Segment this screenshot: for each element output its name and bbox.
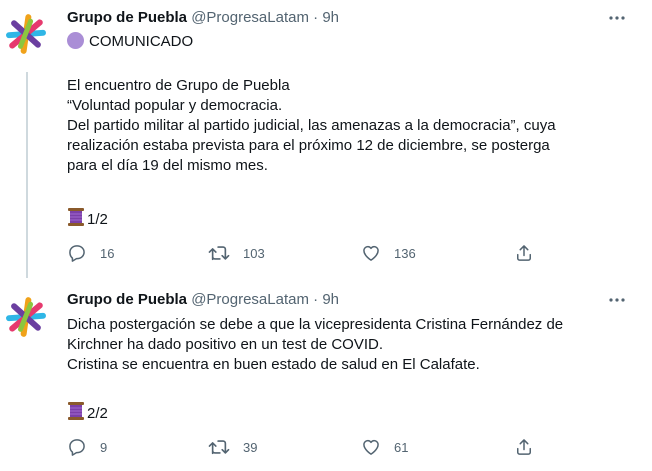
timestamp[interactable]: 9h: [322, 291, 339, 308]
reply-icon: [69, 245, 85, 262]
tweet-2[interactable]: Grupo de Puebla @ProgresaLatam · 9h Dich…: [0, 283, 652, 471]
grupo-de-puebla-logo-icon: [6, 14, 46, 54]
tweet-1[interactable]: Grupo de Puebla @ProgresaLatam · 9h COMU…: [0, 0, 652, 287]
retweet-icon: [208, 440, 230, 455]
spool-of-thread-icon: [67, 207, 85, 233]
more-options-button[interactable]: [606, 8, 628, 28]
retweet-button[interactable]: 103: [208, 242, 265, 264]
tweet-text-line: [67, 52, 632, 76]
more-icon: [609, 298, 625, 302]
share-icon: [517, 245, 531, 261]
tweet-text-line: realización estaba prevista para el próx…: [67, 137, 550, 154]
like-icon: [363, 245, 379, 261]
retweet-count: 103: [243, 245, 265, 261]
tweet-body: Dicha postergación se debe a que la vice…: [67, 315, 632, 375]
thread-counter: 1/2: [67, 207, 632, 233]
tweet-text-line: “Voluntad popular y democracia.: [67, 97, 283, 114]
share-icon: [517, 439, 531, 455]
separator-dot: ·: [313, 9, 319, 26]
author-handle[interactable]: @ProgresaLatam: [191, 9, 309, 26]
like-button[interactable]: 61: [361, 436, 408, 458]
grupo-de-puebla-logo-icon: [6, 297, 46, 337]
like-icon: [363, 439, 379, 455]
timestamp[interactable]: 9h: [322, 9, 339, 26]
reply-button[interactable]: 16: [67, 242, 114, 264]
thread-counter-text: 2/2: [87, 405, 108, 422]
like-button[interactable]: 136: [361, 242, 416, 264]
more-options-button[interactable]: [606, 290, 628, 310]
author-handle[interactable]: @ProgresaLatam: [191, 291, 309, 308]
tweet-header: Grupo de Puebla @ProgresaLatam · 9h: [67, 290, 339, 310]
thread-counter: 2/2: [67, 401, 632, 427]
like-count: 61: [394, 439, 409, 455]
author-name[interactable]: Grupo de Puebla: [67, 291, 187, 308]
tweet-text-line: para el día 19 del mismo mes.: [67, 157, 268, 174]
tweet-text-line: Dicha postergación se debe a que la vice…: [67, 316, 564, 333]
tweet-text-line: El encuentro de Grupo de Puebla: [67, 77, 290, 94]
retweet-button[interactable]: 39: [208, 436, 257, 458]
like-count: 136: [394, 245, 416, 261]
avatar[interactable]: [2, 293, 50, 341]
tweet-text-line: Del partido militar al partido judicial,…: [67, 117, 556, 134]
purple-circle-icon: [67, 32, 84, 49]
share-button[interactable]: [514, 242, 534, 264]
tweet-header: Grupo de Puebla @ProgresaLatam · 9h: [67, 8, 339, 28]
thread-counter-text: 1/2: [87, 211, 108, 228]
tweet-actions: 9 39 61: [67, 436, 547, 458]
tweet-text-line: Cristina se encuentra en buen estado de …: [67, 356, 480, 373]
tweet-text-line: Kirchner ha dado positivo en un test de …: [67, 336, 384, 353]
reply-button[interactable]: 9: [67, 436, 107, 458]
retweet-icon: [208, 246, 230, 261]
tweet-actions: 16 103 136: [67, 242, 547, 264]
more-icon: [609, 16, 625, 20]
share-button[interactable]: [514, 436, 534, 458]
reply-icon: [69, 439, 85, 456]
avatar[interactable]: [2, 10, 50, 58]
separator-dot: ·: [313, 291, 319, 308]
tweet-text-line: COMUNICADO: [67, 32, 632, 52]
author-name[interactable]: Grupo de Puebla: [67, 9, 187, 26]
tweet-body: COMUNICADO El encuentro de Grupo de Pueb…: [67, 32, 632, 176]
retweet-count: 39: [243, 439, 258, 455]
reply-count: 9: [100, 439, 108, 455]
reply-count: 16: [100, 245, 115, 261]
spool-of-thread-icon: [67, 401, 85, 427]
